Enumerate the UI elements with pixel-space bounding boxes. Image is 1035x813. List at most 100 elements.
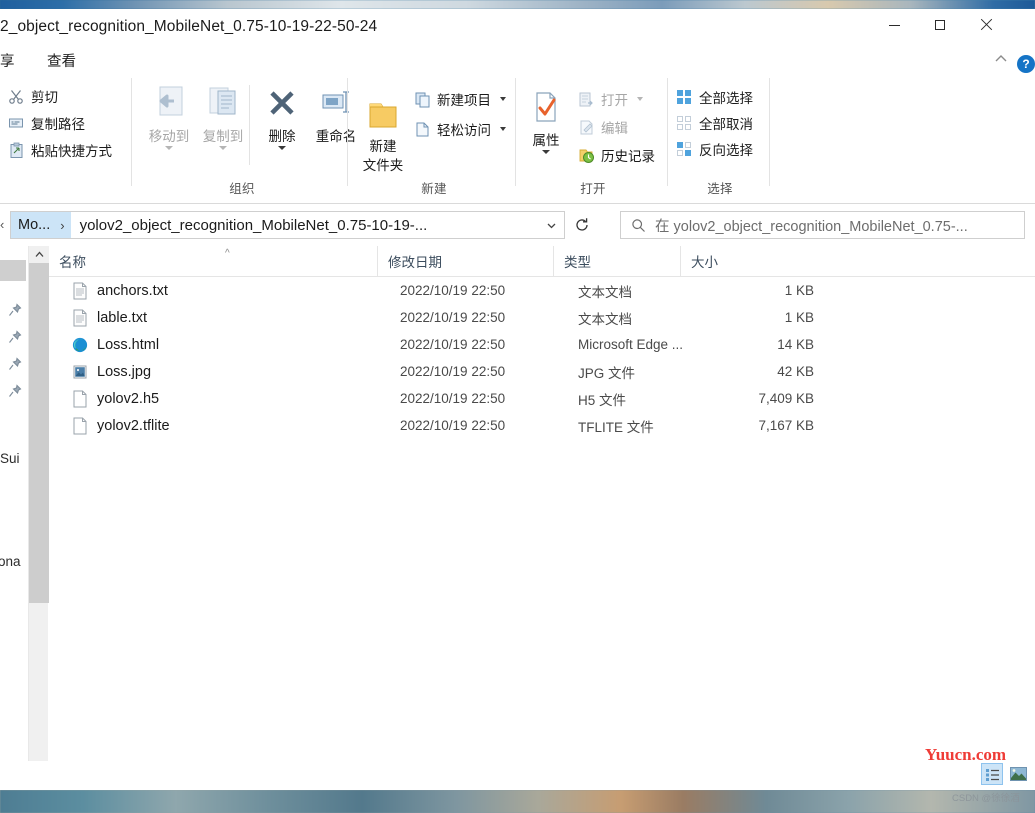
tab-view[interactable]: 查看	[47, 50, 76, 71]
pin-icon	[8, 330, 22, 344]
properties-icon	[518, 89, 574, 129]
breadcrumb-separator-icon[interactable]: ›	[57, 212, 71, 238]
paste-shortcut-command[interactable]: 粘贴快捷方式	[8, 140, 112, 160]
column-headers: 名称 ^ 修改日期 类型 大小	[49, 246, 1035, 277]
file-name-label: Loss.jpg	[97, 363, 152, 380]
maximize-icon	[935, 20, 945, 30]
file-name-cell[interactable]: yolov2.tflite	[72, 417, 170, 435]
refresh-button[interactable]	[570, 214, 594, 236]
table-row[interactable]: yolov2.tflite 2022/10/19 22:50 TFLITE 文件…	[49, 412, 1035, 439]
scroll-up-button[interactable]	[29, 246, 49, 263]
move-to-icon	[140, 85, 198, 125]
file-rows-container: anchors.txt 2022/10/19 22:50 文本文档 1 KB l…	[49, 277, 1035, 439]
select-all-command[interactable]: 全部选择	[676, 87, 753, 107]
chevron-down-icon[interactable]	[538, 219, 564, 232]
file-size-cell: 1 KB	[784, 283, 814, 298]
invert-selection-command[interactable]: 反向选择	[676, 139, 753, 159]
copy-path-command[interactable]: 复制路径	[8, 113, 85, 133]
paste-shortcut-icon	[8, 142, 25, 159]
file-list[interactable]: 名称 ^ 修改日期 类型 大小 anchors.txt 2022/10/19 2…	[49, 246, 1035, 786]
chevron-up-icon[interactable]	[993, 51, 1009, 67]
sort-ascending-icon: ^	[225, 248, 230, 259]
copy-to-command[interactable]: 复制到	[194, 85, 252, 150]
minimize-button[interactable]	[871, 9, 917, 41]
copy-path-icon	[8, 115, 25, 132]
breadcrumb-current[interactable]: yolov2_object_recognition_MobileNet_0.75…	[71, 217, 538, 234]
table-row[interactable]: yolov2.h5 2022/10/19 22:50 H5 文件 7,409 K…	[49, 385, 1035, 412]
move-to-command[interactable]: 移动到	[140, 85, 198, 150]
chevron-down-icon	[500, 127, 506, 131]
file-size-cell: 7,167 KB	[758, 418, 814, 433]
ribbon-panel: 剪切 复制路径 粘贴快捷方式 移动到 复制到 删除 重命名 组织 新建 文件夹 …	[0, 73, 1035, 204]
open-icon	[578, 91, 595, 108]
address-input[interactable]: Mo... › yolov2_object_recognition_Mobile…	[10, 211, 565, 239]
chevron-down-icon	[278, 146, 286, 150]
invert-selection-icon	[676, 141, 693, 158]
title-bar: 2_object_recognition_MobileNet_0.75-10-1…	[0, 9, 1035, 47]
file-name-cell[interactable]: lable.txt	[72, 309, 147, 327]
file-name-label: yolov2.tflite	[97, 417, 170, 434]
nav-item-fragment-sui[interactable]: Sui	[0, 451, 20, 466]
navigation-pane[interactable]: Sui ona	[0, 246, 26, 786]
file-date-cell: 2022/10/19 22:50	[400, 418, 506, 433]
nav-selected-item[interactable]	[0, 260, 26, 281]
view-mode-buttons	[981, 763, 1029, 785]
column-header-type[interactable]: 类型	[553, 246, 680, 276]
desktop-wallpaper-bottom	[0, 790, 1035, 813]
group-label-select: 选择	[707, 182, 733, 196]
select-all-label: 全部选择	[699, 91, 753, 106]
history-command[interactable]: 历史记录	[578, 145, 655, 165]
table-row[interactable]: Loss.html 2022/10/19 22:50 Microsoft Edg…	[49, 331, 1035, 358]
delete-command[interactable]: 删除	[253, 85, 311, 150]
open-command[interactable]: 打开	[578, 89, 643, 109]
close-icon	[980, 19, 992, 31]
file-size-cell: 7,409 KB	[758, 391, 814, 406]
chevron-down-icon	[542, 150, 550, 154]
file-name-cell[interactable]: Loss.jpg	[72, 363, 151, 381]
maximize-button[interactable]	[917, 9, 963, 41]
file-size-cell: 14 KB	[777, 337, 814, 352]
table-row[interactable]: Loss.jpg 2022/10/19 22:50 JPG 文件 42 KB	[49, 358, 1035, 385]
ribbon-group-clipboard: 剪切 复制路径 粘贴快捷方式	[0, 73, 132, 204]
file-date-cell: 2022/10/19 22:50	[400, 364, 506, 379]
nav-item-fragment-ona[interactable]: ona	[0, 554, 21, 569]
search-input[interactable]: 在 yolov2_object_recognition_MobileNet_0.…	[620, 211, 1025, 239]
history-icon	[578, 147, 595, 164]
file-name-cell[interactable]: yolov2.h5	[72, 390, 159, 408]
column-header-date[interactable]: 修改日期	[377, 246, 553, 276]
view-details-button[interactable]	[981, 763, 1003, 785]
file-name-cell[interactable]: anchors.txt	[72, 282, 168, 300]
new-item-command[interactable]: 新建项目	[414, 89, 506, 109]
file-name-label: lable.txt	[97, 309, 147, 326]
history-label: 历史记录	[601, 149, 655, 164]
table-row[interactable]: lable.txt 2022/10/19 22:50 文本文档 1 KB	[49, 304, 1035, 331]
edit-icon	[578, 119, 595, 136]
up-button[interactable]: ‹	[0, 217, 4, 232]
file-name-cell[interactable]: Loss.html	[72, 336, 159, 354]
new-item-icon	[414, 91, 431, 108]
view-large-icons-button[interactable]	[1007, 763, 1029, 785]
cut-command[interactable]: 剪切	[8, 86, 58, 106]
copy-path-label: 复制路径	[31, 117, 85, 132]
file-date-cell: 2022/10/19 22:50	[400, 391, 506, 406]
help-button[interactable]: ?	[1017, 55, 1035, 73]
paste-shortcut-label: 粘贴快捷方式	[31, 144, 112, 159]
close-button[interactable]	[963, 9, 1009, 41]
column-header-name[interactable]: 名称	[49, 246, 377, 276]
cut-label: 剪切	[31, 90, 58, 105]
file-explorer-window: 2_object_recognition_MobileNet_0.75-10-1…	[0, 9, 1035, 790]
properties-command[interactable]: 属性	[518, 89, 574, 154]
tab-share[interactable]: 享	[0, 50, 15, 71]
group-separator	[249, 85, 250, 165]
table-row[interactable]: anchors.txt 2022/10/19 22:50 文本文档 1 KB	[49, 277, 1035, 304]
breadcrumb-root[interactable]: Mo...	[11, 212, 58, 238]
group-separator	[667, 78, 668, 186]
scrollbar-thumb[interactable]	[29, 263, 49, 603]
new-folder-command[interactable]: 新建 文件夹	[354, 93, 412, 175]
select-none-command[interactable]: 全部取消	[676, 113, 753, 133]
easy-access-command[interactable]: 轻松访问	[414, 119, 506, 139]
edit-command[interactable]: 编辑	[578, 117, 628, 137]
navigation-pane-scrollbar[interactable]	[28, 246, 49, 786]
ribbon-group-organize: 移动到 复制到 删除 重命名 组织	[136, 73, 356, 204]
column-header-size[interactable]: 大小	[680, 246, 823, 276]
